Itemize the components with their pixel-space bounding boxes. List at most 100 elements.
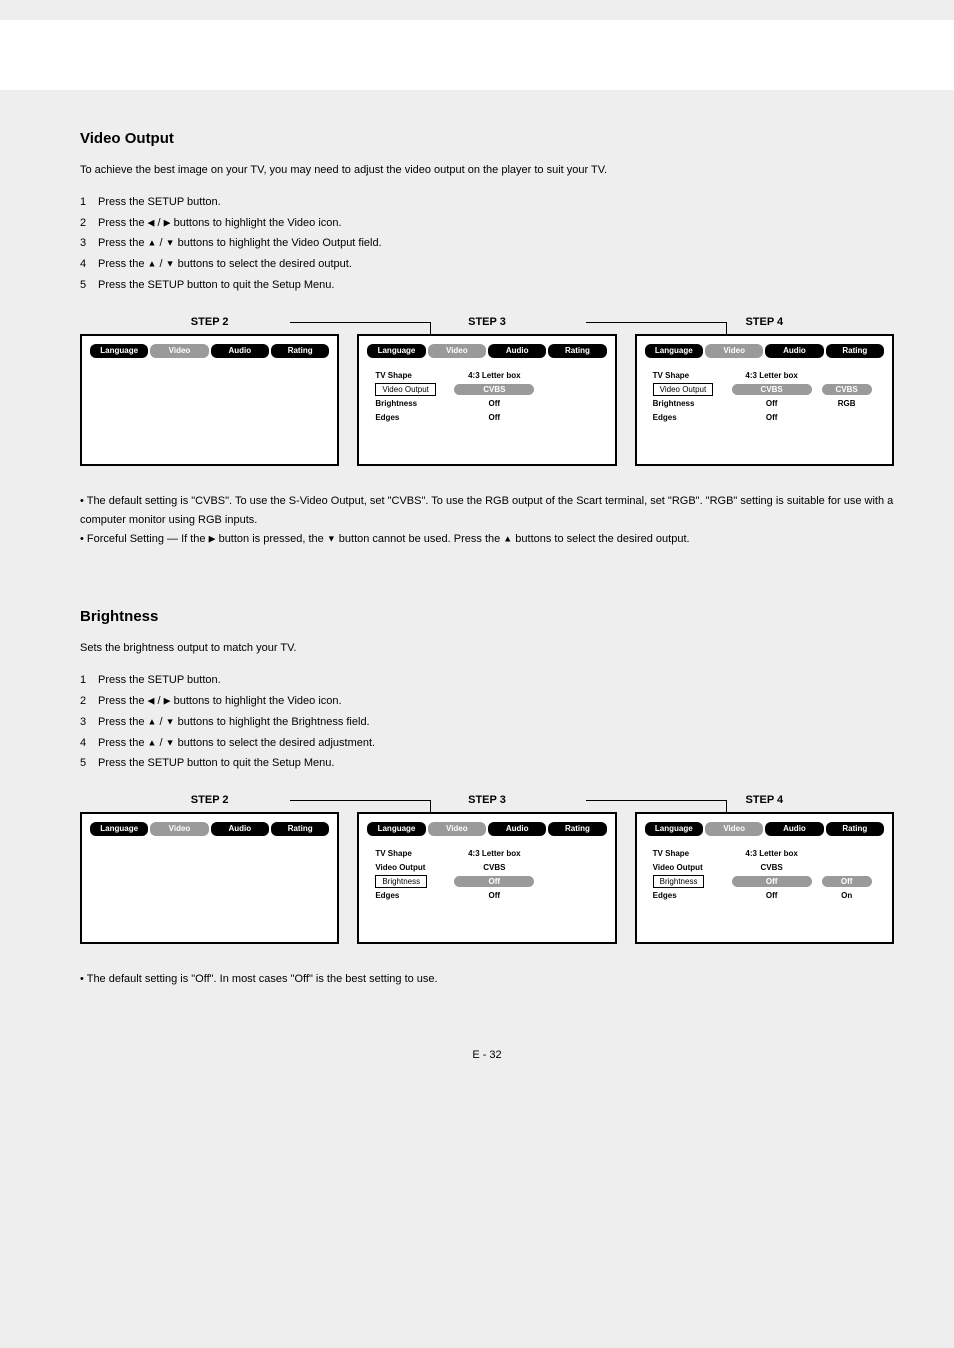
- tab-video: Video: [705, 344, 763, 358]
- field-tvshape: TV Shape: [375, 371, 449, 380]
- tab-audio: Audio: [211, 822, 269, 836]
- field-edges: Edges: [653, 891, 727, 900]
- right-arrow-icon: ▶: [164, 217, 171, 227]
- val-selected: CVBS: [732, 384, 812, 395]
- menu-panel: Language Video Audio Rating TV Shape4:3 …: [357, 812, 616, 944]
- val: 4:3 Letter box: [449, 371, 539, 380]
- tab-audio: Audio: [488, 822, 546, 836]
- section-title: Video Output: [80, 130, 894, 147]
- up-arrow-icon: ▲: [148, 716, 157, 726]
- down-arrow-icon: ▼: [166, 737, 175, 747]
- val: Off: [727, 891, 817, 900]
- val-selected: Off: [454, 876, 534, 887]
- tab-audio: Audio: [488, 344, 546, 358]
- tab-rating: Rating: [548, 822, 606, 836]
- step-text: Press the SETUP button.: [98, 192, 221, 213]
- tab-rating: Rating: [271, 344, 329, 358]
- page-number: E - 32: [80, 1049, 894, 1061]
- val-selected: CVBS: [454, 384, 534, 395]
- step-label: STEP 4: [635, 316, 894, 328]
- step-label: STEP 2: [80, 794, 339, 806]
- tab-language: Language: [367, 344, 425, 358]
- header-band: [0, 20, 954, 90]
- val: CVBS: [727, 863, 817, 872]
- intro: To achieve the best image on your TV, yo…: [80, 161, 894, 180]
- up-arrow-icon: ▲: [148, 259, 157, 269]
- left-arrow-icon: ◀: [148, 217, 155, 227]
- step-text: Press the ◀ / ▶ buttons to highlight the…: [98, 213, 342, 234]
- val: Off: [727, 413, 817, 422]
- val: CVBS: [449, 863, 539, 872]
- val: 4:3 Letter box: [727, 371, 817, 380]
- field-edges: Edges: [375, 891, 449, 900]
- field-videooutput: Video Output: [375, 863, 449, 872]
- panel-step3: STEP 3 Language Video Audio Rating TV Sh…: [357, 316, 616, 466]
- field-brightness: Brightness: [653, 875, 705, 888]
- val: 4:3 Letter box: [727, 849, 817, 858]
- menu-panel: Language Video Audio Rating: [80, 812, 339, 944]
- right-arrow-icon: ▶: [164, 695, 171, 705]
- section-title: Brightness: [80, 608, 894, 625]
- diagram-row: STEP 2 Language Video Audio Rating STEP …: [80, 794, 894, 944]
- val: Off: [727, 399, 817, 408]
- step-list: 1Press the SETUP button. 2Press the ◀ / …: [80, 670, 894, 774]
- step-num: 3: [80, 712, 98, 733]
- tab-audio: Audio: [211, 344, 269, 358]
- tab-audio: Audio: [765, 344, 823, 358]
- panel-step4: STEP 4 Language Video Audio Rating TV Sh…: [635, 794, 894, 944]
- down-arrow-icon: ▼: [327, 533, 336, 543]
- opt: CVBS: [822, 384, 872, 395]
- note: • The default setting is "CVBS". To use …: [80, 492, 894, 548]
- step-text: Press the ◀ / ▶ buttons to highlight the…: [98, 691, 342, 712]
- val: Off: [449, 413, 539, 422]
- down-arrow-icon: ▼: [166, 716, 175, 726]
- step-num: 2: [80, 691, 98, 712]
- tab-video: Video: [150, 344, 208, 358]
- tab-language: Language: [90, 344, 148, 358]
- tab-rating: Rating: [826, 344, 884, 358]
- field-videooutput: Video Output: [653, 383, 714, 396]
- panel-step3: STEP 3 Language Video Audio Rating TV Sh…: [357, 794, 616, 944]
- tab-video: Video: [150, 822, 208, 836]
- step-text: Press the ▲ / ▼ buttons to highlight the…: [98, 712, 370, 733]
- note: • The default setting is "Off". In most …: [80, 970, 894, 989]
- step-label: STEP 3: [357, 316, 616, 328]
- opt: Off: [822, 876, 872, 887]
- opt: RGB: [817, 399, 877, 408]
- intro: Sets the brightness output to match your…: [80, 639, 894, 658]
- step-text: Press the SETUP button to quit the Setup…: [98, 275, 334, 296]
- right-arrow-icon: ▶: [209, 533, 216, 543]
- step-text: Press the SETUP button to quit the Setup…: [98, 753, 334, 774]
- opt: On: [817, 891, 877, 900]
- step-text: Press the ▲ / ▼ buttons to select the de…: [98, 254, 352, 275]
- menu-panel: Language Video Audio Rating TV Shape4:3 …: [357, 334, 616, 466]
- panel-step2: STEP 2 Language Video Audio Rating: [80, 316, 339, 466]
- section-brightness: Brightness Sets the brightness output to…: [80, 608, 894, 989]
- field-videooutput: Video Output: [375, 383, 436, 396]
- tab-rating: Rating: [548, 344, 606, 358]
- diagram-row: STEP 2 Language Video Audio Rating STEP …: [80, 316, 894, 466]
- field-tvshape: TV Shape: [375, 849, 449, 858]
- val: Off: [449, 891, 539, 900]
- field-tvshape: TV Shape: [653, 849, 727, 858]
- up-arrow-icon: ▲: [148, 737, 157, 747]
- left-arrow-icon: ◀: [148, 695, 155, 705]
- tab-language: Language: [367, 822, 425, 836]
- field-edges: Edges: [653, 413, 727, 422]
- menu-panel: Language Video Audio Rating: [80, 334, 339, 466]
- tab-audio: Audio: [765, 822, 823, 836]
- step-num: 4: [80, 733, 98, 754]
- page-content: Video Output To achieve the best image o…: [0, 90, 954, 1081]
- val: 4:3 Letter box: [449, 849, 539, 858]
- step-label: STEP 4: [635, 794, 894, 806]
- tab-video: Video: [705, 822, 763, 836]
- step-num: 5: [80, 753, 98, 774]
- menu-panel: Language Video Audio Rating TV Shape4:3 …: [635, 334, 894, 466]
- field-brightness: Brightness: [375, 399, 449, 408]
- step-list: 1Press the SETUP button. 2Press the ◀ / …: [80, 192, 894, 296]
- tab-language: Language: [645, 822, 703, 836]
- field-brightness: Brightness: [653, 399, 727, 408]
- tab-language: Language: [90, 822, 148, 836]
- tab-video: Video: [428, 344, 486, 358]
- tab-video: Video: [428, 822, 486, 836]
